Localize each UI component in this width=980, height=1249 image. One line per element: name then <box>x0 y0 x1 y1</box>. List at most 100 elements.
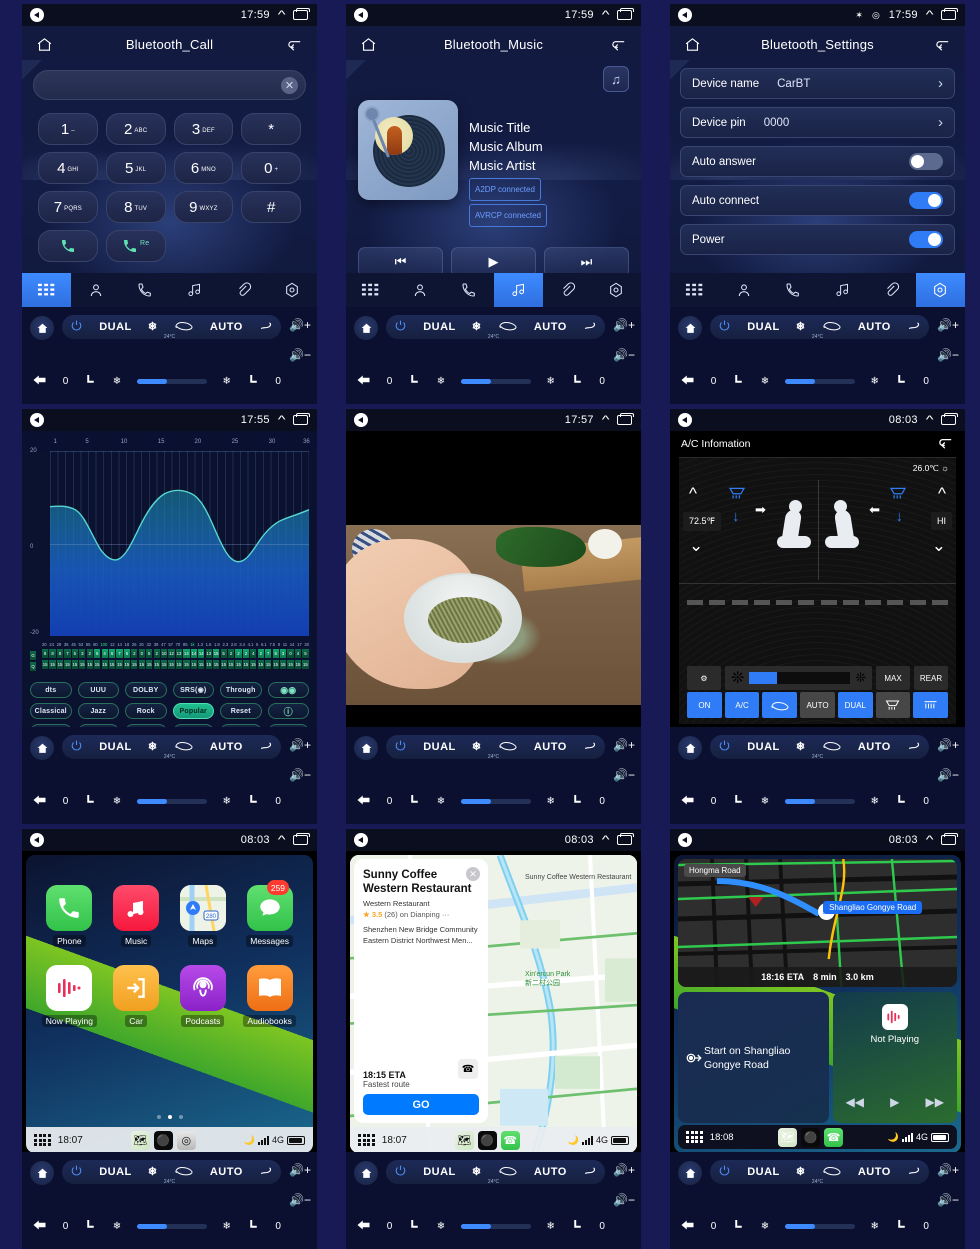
nav-phone[interactable] <box>444 273 493 307</box>
seat-icon[interactable] <box>408 373 421 389</box>
eq-gain-row[interactable]: G 8 8 8 7 5 3 2 6 4 6 7 5 2 0 5 2 10 12 13 14 14 14 13 15 5 2 2 2 4 2… <box>30 649 309 660</box>
nav-music[interactable] <box>818 273 867 307</box>
back-arrow-icon[interactable] <box>32 1219 47 1234</box>
fan-slider-track[interactable] <box>749 672 851 684</box>
fan-right-icon[interactable]: ❄ <box>223 376 231 387</box>
fan-right-icon[interactable]: ❄ <box>547 1221 555 1232</box>
climate-home-button[interactable] <box>678 1161 702 1185</box>
power-icon[interactable] <box>394 319 407 335</box>
dock-navi-icon[interactable]: ⚫ <box>477 1130 497 1150</box>
auto-label[interactable]: AUTO <box>210 1166 243 1178</box>
nav-apps[interactable] <box>22 273 72 307</box>
dual-label[interactable]: DUAL <box>423 321 456 333</box>
dock-navi-icon[interactable]: ⚫ <box>153 1130 173 1150</box>
climate-home-button[interactable] <box>30 1161 54 1185</box>
back-arrow-icon[interactable] <box>680 794 695 809</box>
volume-down-button[interactable]: 🔊− <box>937 348 959 362</box>
auto-label[interactable]: AUTO <box>534 321 567 333</box>
ac-compressor-button[interactable]: A/C <box>724 692 760 718</box>
auto-answer-toggle[interactable] <box>909 153 943 170</box>
close-icon[interactable]: ✕ <box>466 867 480 881</box>
volume-down-button[interactable]: 🔊− <box>289 348 311 362</box>
app-car[interactable]: Car <box>103 965 170 1027</box>
recirculate-icon[interactable] <box>498 320 518 334</box>
snowflake-icon[interactable]: ❄ <box>796 320 806 333</box>
nav-contacts[interactable] <box>71 273 120 307</box>
preset-classical[interactable]: Classical <box>30 703 72 719</box>
snowflake-icon[interactable]: ❄ <box>472 740 482 753</box>
dock-phone-icon[interactable]: ☎ <box>824 1127 844 1147</box>
rear-button[interactable]: REAR <box>914 666 948 690</box>
preset-jazz[interactable]: Jazz <box>77 703 119 719</box>
volume-down-button[interactable]: 🔊− <box>289 768 311 782</box>
fan-speed-slider[interactable] <box>136 798 207 804</box>
dial-key-7[interactable]: 7 PQRS <box>38 191 98 223</box>
nav-music[interactable] <box>493 273 543 307</box>
dual-label[interactable]: DUAL <box>99 741 132 753</box>
preset-dts[interactable]: dts <box>30 682 72 698</box>
fast-forward-button[interactable]: ▶▶ <box>925 1095 943 1109</box>
dock-maps-icon[interactable]: 🗺 <box>130 1130 150 1150</box>
power-icon[interactable] <box>394 739 407 755</box>
seat-diagram[interactable] <box>775 500 861 552</box>
fan-left-icon[interactable]: ❄ <box>113 796 121 807</box>
app-phone[interactable]: Phone <box>36 885 103 947</box>
recirculate-icon[interactable] <box>174 320 194 334</box>
nav-link[interactable] <box>867 273 916 307</box>
seat-icon[interactable] <box>408 793 421 809</box>
demist-icon[interactable] <box>907 319 921 334</box>
dial-key-4[interactable]: 4 GHI <box>38 152 98 184</box>
seat-heat-icon[interactable] <box>571 1218 584 1234</box>
fan-speed-slider[interactable] <box>460 378 531 384</box>
right-temp-up[interactable]: ^ <box>938 484 946 504</box>
recirculate-icon[interactable] <box>498 740 518 754</box>
fan-right-icon[interactable]: ❄ <box>223 796 231 807</box>
recirculate-icon[interactable] <box>822 740 842 754</box>
snowflake-icon[interactable]: ❄ <box>796 740 806 753</box>
fan-right-icon[interactable]: ❄ <box>871 376 879 387</box>
status-back-icon[interactable] <box>354 413 368 427</box>
fan-right-icon[interactable]: ❄ <box>871 1221 879 1232</box>
left-temp-value[interactable]: 72.5℉ <box>683 512 722 531</box>
status-back-icon[interactable] <box>678 833 692 847</box>
back-arrow-icon[interactable] <box>32 374 47 389</box>
dial-key-hash[interactable]: # <box>241 191 301 223</box>
recents-icon[interactable] <box>941 8 958 20</box>
dock-maps-icon[interactable]: 🗺 <box>454 1130 474 1150</box>
fan-speed-slider[interactable] <box>136 378 207 384</box>
eq-curve-chart[interactable]: 1 5 10 15 20 25 30 36 20 0 -20 <box>30 439 310 636</box>
volume-up-button[interactable]: 🔊+ <box>613 318 635 332</box>
seat-icon[interactable] <box>732 1218 745 1234</box>
fan-left-icon[interactable]: ❄ <box>761 796 769 807</box>
status-back-icon[interactable] <box>30 8 44 22</box>
chevron-up-icon[interactable]: ^ <box>602 9 610 21</box>
power-icon[interactable] <box>70 739 83 755</box>
chevron-up-icon[interactable]: ^ <box>278 9 286 21</box>
dual-label[interactable]: DUAL <box>99 321 132 333</box>
snowflake-icon[interactable]: ❄ <box>796 1165 806 1178</box>
snowflake-icon[interactable]: ❄ <box>148 740 158 753</box>
recirculate-icon[interactable] <box>762 692 798 718</box>
chevron-up-icon[interactable]: ^ <box>926 9 934 21</box>
power-icon[interactable] <box>70 1164 83 1180</box>
dial-key-0[interactable]: 0 + <box>241 152 301 184</box>
recents-icon[interactable] <box>617 833 634 845</box>
climate-home-button[interactable] <box>354 1161 378 1185</box>
fan-left-icon[interactable]: ❄ <box>437 1221 445 1232</box>
nav-link[interactable] <box>219 273 268 307</box>
status-back-icon[interactable] <box>30 833 44 847</box>
dual-label[interactable]: DUAL <box>99 1166 132 1178</box>
recents-icon[interactable] <box>941 833 958 845</box>
auto-label[interactable]: AUTO <box>210 321 243 333</box>
seat-icon[interactable] <box>84 793 97 809</box>
eq-q-row[interactable]: Q 15 15 15 15 15 15 15 15 15 15 15 15 15 15 15 15 15 15 15… <box>30 660 309 671</box>
nav-apps[interactable] <box>670 273 719 307</box>
chevron-up-icon[interactable]: ^ <box>278 414 286 426</box>
seat-heat-icon[interactable] <box>895 1218 908 1234</box>
nav-phone[interactable] <box>768 273 817 307</box>
setting-device-pin[interactable]: Device pin 0000 › <box>680 107 955 138</box>
redial-button[interactable]: Re <box>105 230 166 262</box>
recirculate-icon[interactable] <box>822 320 842 334</box>
status-back-icon[interactable] <box>30 413 44 427</box>
return-icon[interactable] <box>937 434 954 454</box>
